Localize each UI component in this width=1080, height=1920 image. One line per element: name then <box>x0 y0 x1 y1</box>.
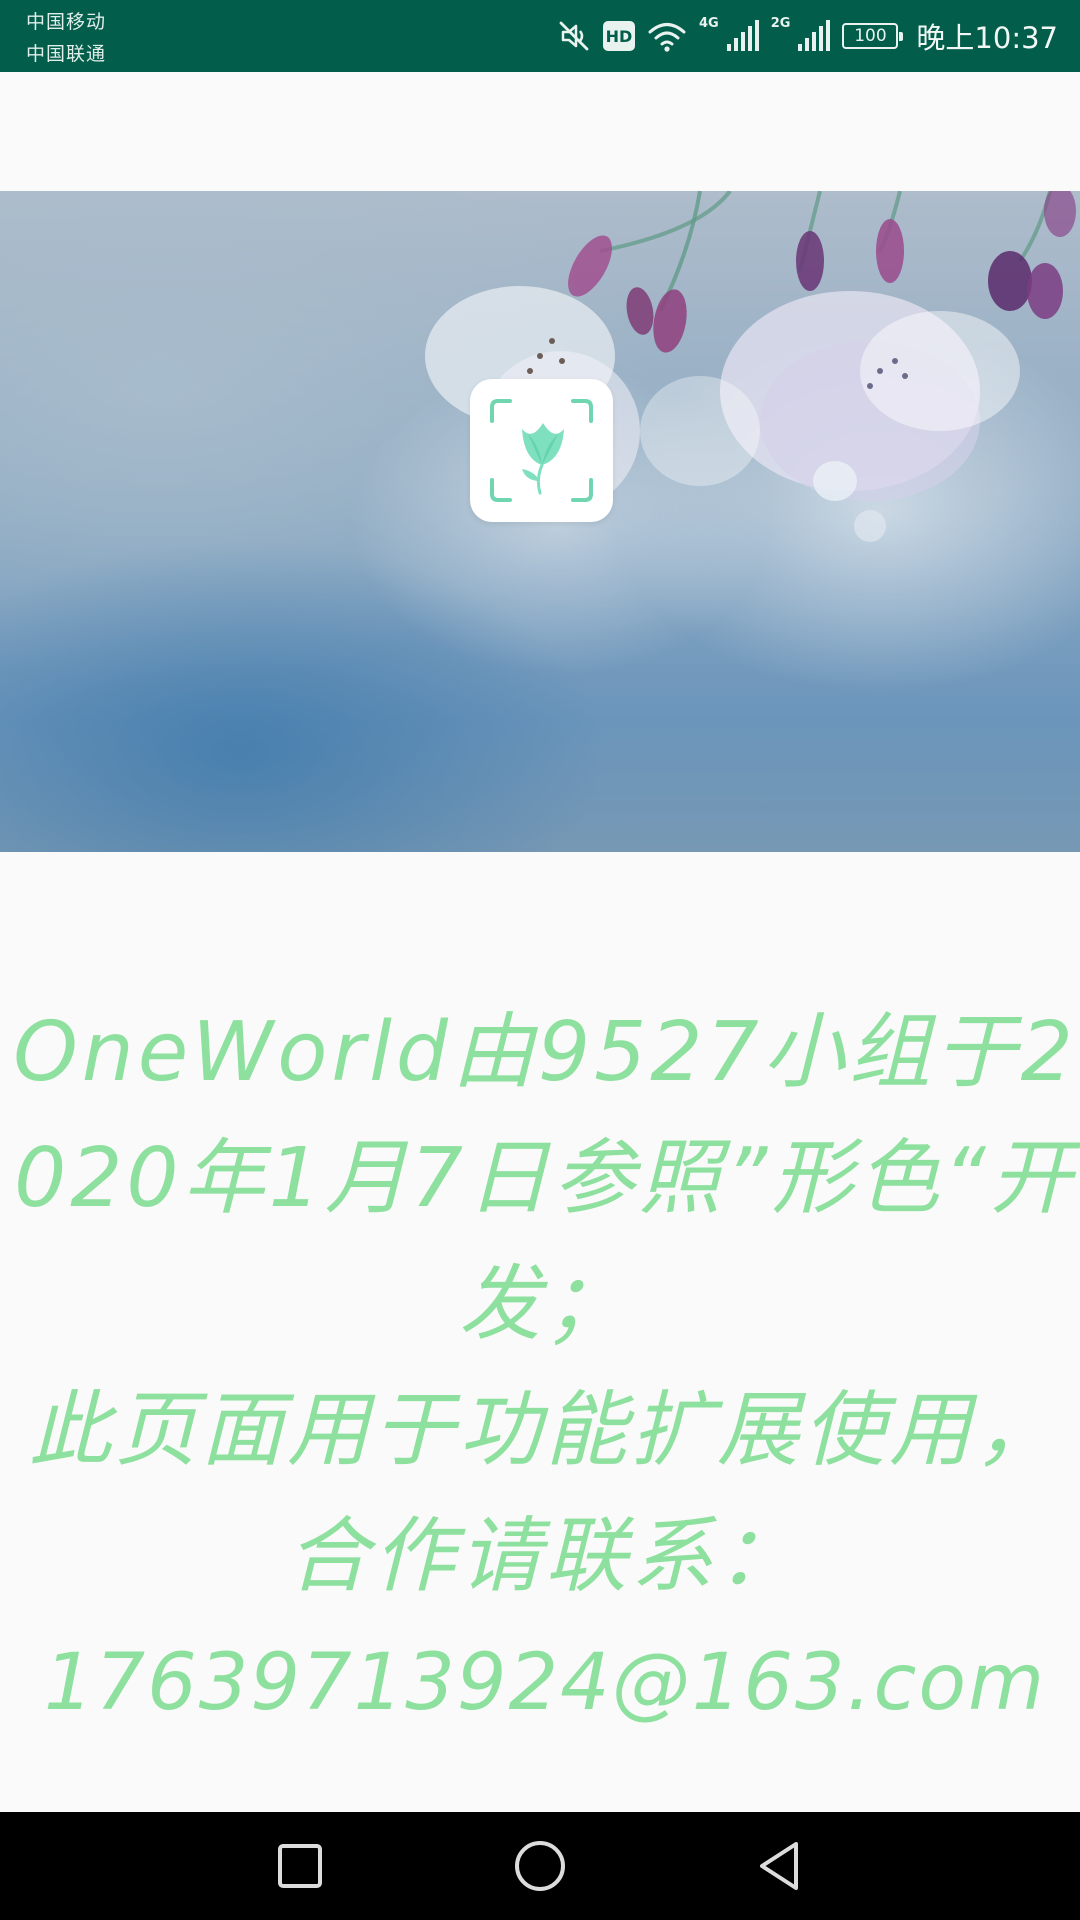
app-logo <box>470 379 613 522</box>
screen: 中国移动 中国联通 HD 4G 2G 100 晚上10:37 OneWorld由… <box>0 0 1080 1920</box>
battery-level: 100 <box>854 26 887 46</box>
network-2g-label: 2G <box>770 16 791 31</box>
carrier-2: 中国联通 <box>26 43 107 65</box>
info-line-2: 此页面用于功能扩展使用，合作请联系： <box>29 1383 1061 1604</box>
clock: 晚上10:37 <box>916 21 1058 55</box>
home-button[interactable] <box>508 1834 572 1898</box>
flower-scan-icon <box>490 399 593 502</box>
mute-icon <box>557 19 591 53</box>
square-icon <box>278 1844 322 1888</box>
signal-2g-icon <box>796 19 831 53</box>
info-line-1: OneWorld由9527小组于2020年1月7日参照”形色“开发； <box>13 1005 1077 1352</box>
wifi-icon <box>647 19 687 53</box>
status-icons: HD 4G 2G 100 晚上10:37 <box>557 0 1058 72</box>
back-button[interactable] <box>748 1834 812 1898</box>
contact-email[interactable]: 17639713924@163.com <box>12 1620 1078 1746</box>
info-text: OneWorld由9527小组于2020年1月7日参照”形色“开发； 此页面用于… <box>12 990 1078 1746</box>
recents-button[interactable] <box>268 1834 332 1898</box>
navigation-bar <box>0 1812 1080 1920</box>
header-image <box>0 191 1080 852</box>
carrier-1: 中国移动 <box>26 11 107 33</box>
carrier-names: 中国移动 中国联通 <box>26 6 106 70</box>
triangle-back-icon <box>760 1842 798 1890</box>
status-bar: 中国移动 中国联通 HD 4G 2G 100 晚上10:37 <box>0 0 1080 72</box>
signal-4g-icon <box>725 19 759 53</box>
hd-icon: HD <box>602 21 635 51</box>
battery-icon: 100 <box>842 23 904 49</box>
network-4g-label: 4G <box>698 16 719 31</box>
circle-icon <box>515 1841 565 1891</box>
